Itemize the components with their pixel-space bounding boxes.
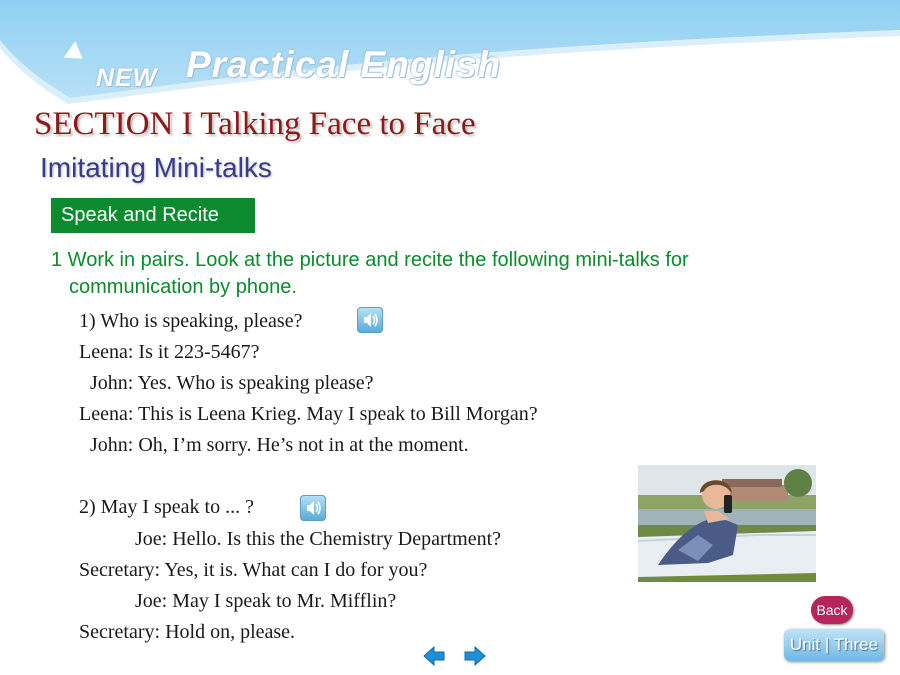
arrow-right-icon[interactable] — [463, 645, 487, 667]
section-title: SECTION I Talking Face to Face — [34, 106, 476, 142]
talk1-line: John: Oh, I’m sorry. He’s not in at the … — [90, 434, 469, 456]
phone-call-photo — [638, 465, 816, 582]
page-subtitle: Imitating Mini-talks — [40, 152, 272, 183]
talk1-heading: 1) Who is speaking, please? — [79, 310, 303, 332]
back-button[interactable]: Back — [811, 596, 853, 624]
unit-button[interactable]: Unit | Three — [784, 629, 884, 661]
arrow-left-icon[interactable] — [422, 645, 446, 667]
instruction-text: 1 Work in pairs. Look at the picture and… — [51, 247, 791, 301]
speaker-icon[interactable] — [357, 307, 383, 333]
speaker-icon[interactable] — [300, 495, 326, 521]
talk2-line: Joe: Hello. Is this the Chemistry Depart… — [135, 528, 502, 550]
talk1-line: Leena: Is it 223-5467? — [79, 341, 260, 363]
instruction-line-1: 1 Work in pairs. Look at the picture and… — [51, 249, 689, 271]
talk2-line: Secretary: Yes, it is. What can I do for… — [79, 559, 428, 581]
talk2-line: Joe: May I speak to Mr. Mifflin? — [135, 590, 397, 612]
talk2-heading: 2) May I speak to ... ? — [79, 496, 254, 518]
instruction-line-2: communication by phone. — [69, 276, 297, 298]
section-tag: Speak and Recite — [51, 198, 255, 233]
brand-new-label: NEW — [96, 64, 158, 92]
talk2-line: Secretary: Hold on, please. — [79, 621, 296, 643]
brand-logo-text: Practical English — [186, 44, 502, 85]
talk1-line: John: Yes. Who is speaking please? — [90, 372, 374, 394]
talk1-line: Leena: This is Leena Krieg. May I speak … — [79, 403, 538, 425]
